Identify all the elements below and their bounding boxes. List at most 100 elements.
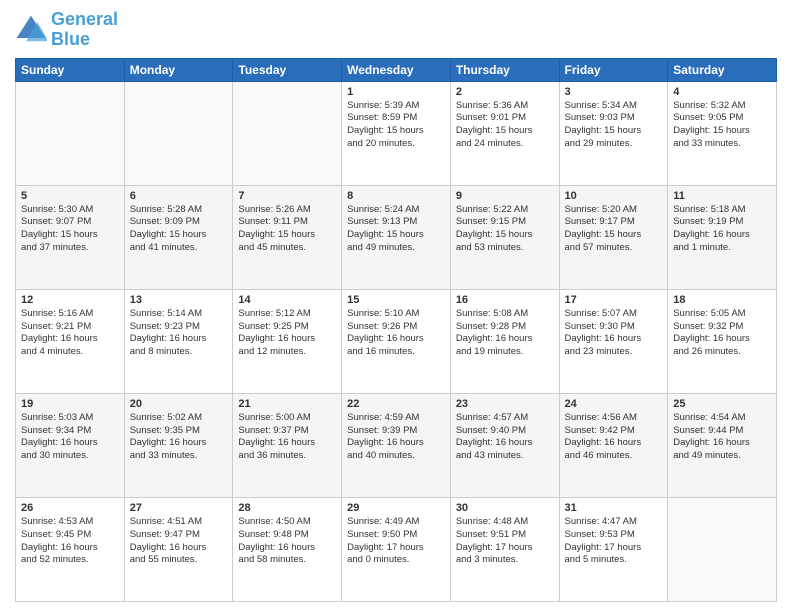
calendar-cell: 3Sunrise: 5:34 AM Sunset: 9:03 PM Daylig… <box>559 81 668 185</box>
cell-content: Sunrise: 5:32 AM Sunset: 9:05 PM Dayligh… <box>673 100 771 151</box>
calendar-cell: 18 Sunrise: 5:05 AM Sunset: 9:32 PM Dayli… <box>668 289 777 393</box>
day-number: 13 <box>130 294 228 306</box>
day-number: 30 <box>456 502 554 514</box>
day-number: 27 <box>130 502 228 514</box>
calendar-cell: 20Sunrise: 5:02 AM Sunset: 9:35 PM Dayli… <box>124 393 233 497</box>
calendar-cell: 14 Sunrise: 5:12 AM Sunset: 9:25 PM Dayli… <box>233 289 342 393</box>
cell-content: Sunrise: 4:50 AM Sunset: 9:48 PM Dayligh… <box>238 516 336 567</box>
day-number: 25 <box>673 398 771 410</box>
cell-content: Sunrise: 5:00 AM Sunset: 9:37 PM Dayligh… <box>238 412 336 463</box>
cell-content: Sunrise: 5:20 AM Sunset: 9:17 PM Dayligh… <box>565 204 663 255</box>
calendar-cell: 23 Sunrise: 4:57 AM Sunset: 9:40 PM Dayli… <box>450 393 559 497</box>
cell-content: Sunrise: 5:22 AM Sunset: 9:15 PM Dayligh… <box>456 204 554 255</box>
calendar-cell: 1 Sunrise: 5:39 AM Sunset: 8:59 PM Daylig… <box>342 81 451 185</box>
calendar-cell: 16 Sunrise: 5:08 AM Sunset: 9:28 PM Dayli… <box>450 289 559 393</box>
cell-content: Sunrise: 5:24 AM Sunset: 9:13 PM Dayligh… <box>347 204 445 255</box>
calendar-cell <box>668 497 777 601</box>
day-number: 14 <box>238 294 336 306</box>
cell-content: Sunrise: 5:03 AM Sunset: 9:34 PM Dayligh… <box>21 412 119 463</box>
day-number: 20 <box>130 398 228 410</box>
cell-content: Sunrise: 4:54 AM Sunset: 9:44 PM Dayligh… <box>673 412 771 463</box>
cell-content: Sunrise: 5:18 AM Sunset: 9:19 PM Dayligh… <box>673 204 771 255</box>
cell-content: Sunrise: 4:59 AM Sunset: 9:39 PM Dayligh… <box>347 412 445 463</box>
calendar-cell: 24Sunrise: 4:56 AM Sunset: 9:42 PM Dayli… <box>559 393 668 497</box>
calendar-cell: 26Sunrise: 4:53 AM Sunset: 9:45 PM Dayli… <box>16 497 125 601</box>
day-number: 6 <box>130 190 228 202</box>
cell-content: Sunrise: 4:48 AM Sunset: 9:51 PM Dayligh… <box>456 516 554 567</box>
cell-content: Sunrise: 4:49 AM Sunset: 9:50 PM Dayligh… <box>347 516 445 567</box>
day-number: 10 <box>565 190 663 202</box>
calendar-cell: 27 Sunrise: 4:51 AM Sunset: 9:47 PM Dayli… <box>124 497 233 601</box>
page: General Blue SundayMondayTuesdayWednesda… <box>0 0 792 612</box>
day-number: 18 <box>673 294 771 306</box>
calendar-cell: 25 Sunrise: 4:54 AM Sunset: 9:44 PM Dayli… <box>668 393 777 497</box>
day-number: 11 <box>673 190 771 202</box>
calendar-cell: 10 Sunrise: 5:20 AM Sunset: 9:17 PM Dayli… <box>559 185 668 289</box>
calendar-cell: 12Sunrise: 5:16 AM Sunset: 9:21 PM Dayli… <box>16 289 125 393</box>
calendar-cell: 9 Sunrise: 5:22 AM Sunset: 9:15 PM Daylig… <box>450 185 559 289</box>
calendar-week: 5 Sunrise: 5:30 AM Sunset: 9:07 PM Daylig… <box>16 185 777 289</box>
day-number: 2 <box>456 86 554 98</box>
header-row: SundayMondayTuesdayWednesdayThursdayFrid… <box>16 58 777 81</box>
cell-content: Sunrise: 5:39 AM Sunset: 8:59 PM Dayligh… <box>347 100 445 151</box>
day-header: Sunday <box>16 58 125 81</box>
day-number: 1 <box>347 86 445 98</box>
day-number: 28 <box>238 502 336 514</box>
day-header: Thursday <box>450 58 559 81</box>
cell-content: Sunrise: 5:10 AM Sunset: 9:26 PM Dayligh… <box>347 308 445 359</box>
day-number: 9 <box>456 190 554 202</box>
day-number: 16 <box>456 294 554 306</box>
calendar-cell: 11 Sunrise: 5:18 AM Sunset: 9:19 PM Dayli… <box>668 185 777 289</box>
day-header: Monday <box>124 58 233 81</box>
calendar-cell: 31 Sunrise: 4:47 AM Sunset: 9:53 PM Dayli… <box>559 497 668 601</box>
cell-content: Sunrise: 4:57 AM Sunset: 9:40 PM Dayligh… <box>456 412 554 463</box>
day-number: 22 <box>347 398 445 410</box>
day-number: 12 <box>21 294 119 306</box>
calendar-cell: 30 Sunrise: 4:48 AM Sunset: 9:51 PM Dayli… <box>450 497 559 601</box>
day-number: 3 <box>565 86 663 98</box>
calendar-cell: 15 Sunrise: 5:10 AM Sunset: 9:26 PM Dayli… <box>342 289 451 393</box>
cell-content: Sunrise: 4:47 AM Sunset: 9:53 PM Dayligh… <box>565 516 663 567</box>
day-header: Tuesday <box>233 58 342 81</box>
cell-content: Sunrise: 5:30 AM Sunset: 9:07 PM Dayligh… <box>21 204 119 255</box>
calendar-cell: 2 Sunrise: 5:36 AM Sunset: 9:01 PM Daylig… <box>450 81 559 185</box>
day-number: 24 <box>565 398 663 410</box>
day-number: 29 <box>347 502 445 514</box>
day-number: 5 <box>21 190 119 202</box>
cell-content: Sunrise: 5:12 AM Sunset: 9:25 PM Dayligh… <box>238 308 336 359</box>
calendar-week: 12Sunrise: 5:16 AM Sunset: 9:21 PM Dayli… <box>16 289 777 393</box>
day-number: 19 <box>21 398 119 410</box>
cell-content: Sunrise: 4:51 AM Sunset: 9:47 PM Dayligh… <box>130 516 228 567</box>
logo-text: General Blue <box>51 10 118 50</box>
cell-content: Sunrise: 5:26 AM Sunset: 9:11 PM Dayligh… <box>238 204 336 255</box>
calendar-cell: 28 Sunrise: 4:50 AM Sunset: 9:48 PM Dayli… <box>233 497 342 601</box>
calendar-week: 26Sunrise: 4:53 AM Sunset: 9:45 PM Dayli… <box>16 497 777 601</box>
calendar-cell: 7Sunrise: 5:26 AM Sunset: 9:11 PM Daylig… <box>233 185 342 289</box>
calendar-cell <box>124 81 233 185</box>
calendar-table: SundayMondayTuesdayWednesdayThursdayFrid… <box>15 58 777 602</box>
day-number: 8 <box>347 190 445 202</box>
calendar-cell: 29 Sunrise: 4:49 AM Sunset: 9:50 PM Dayli… <box>342 497 451 601</box>
day-number: 26 <box>21 502 119 514</box>
logo: General Blue <box>15 10 118 50</box>
cell-content: Sunrise: 5:05 AM Sunset: 9:32 PM Dayligh… <box>673 308 771 359</box>
day-header: Wednesday <box>342 58 451 81</box>
calendar-cell: 5 Sunrise: 5:30 AM Sunset: 9:07 PM Daylig… <box>16 185 125 289</box>
day-number: 4 <box>673 86 771 98</box>
calendar-cell: 4 Sunrise: 5:32 AM Sunset: 9:05 PM Daylig… <box>668 81 777 185</box>
calendar-week: 1 Sunrise: 5:39 AM Sunset: 8:59 PM Daylig… <box>16 81 777 185</box>
calendar-cell: 21 Sunrise: 5:00 AM Sunset: 9:37 PM Dayli… <box>233 393 342 497</box>
day-number: 31 <box>565 502 663 514</box>
day-header: Friday <box>559 58 668 81</box>
header: General Blue <box>15 10 777 50</box>
cell-content: Sunrise: 5:36 AM Sunset: 9:01 PM Dayligh… <box>456 100 554 151</box>
calendar-cell: 6Sunrise: 5:28 AM Sunset: 9:09 PM Daylig… <box>124 185 233 289</box>
calendar-cell: 8 Sunrise: 5:24 AM Sunset: 9:13 PM Daylig… <box>342 185 451 289</box>
calendar-cell: 13Sunrise: 5:14 AM Sunset: 9:23 PM Dayli… <box>124 289 233 393</box>
day-number: 21 <box>238 398 336 410</box>
cell-content: Sunrise: 5:08 AM Sunset: 9:28 PM Dayligh… <box>456 308 554 359</box>
calendar-cell: 17Sunrise: 5:07 AM Sunset: 9:30 PM Dayli… <box>559 289 668 393</box>
day-number: 23 <box>456 398 554 410</box>
cell-content: Sunrise: 5:07 AM Sunset: 9:30 PM Dayligh… <box>565 308 663 359</box>
day-number: 15 <box>347 294 445 306</box>
